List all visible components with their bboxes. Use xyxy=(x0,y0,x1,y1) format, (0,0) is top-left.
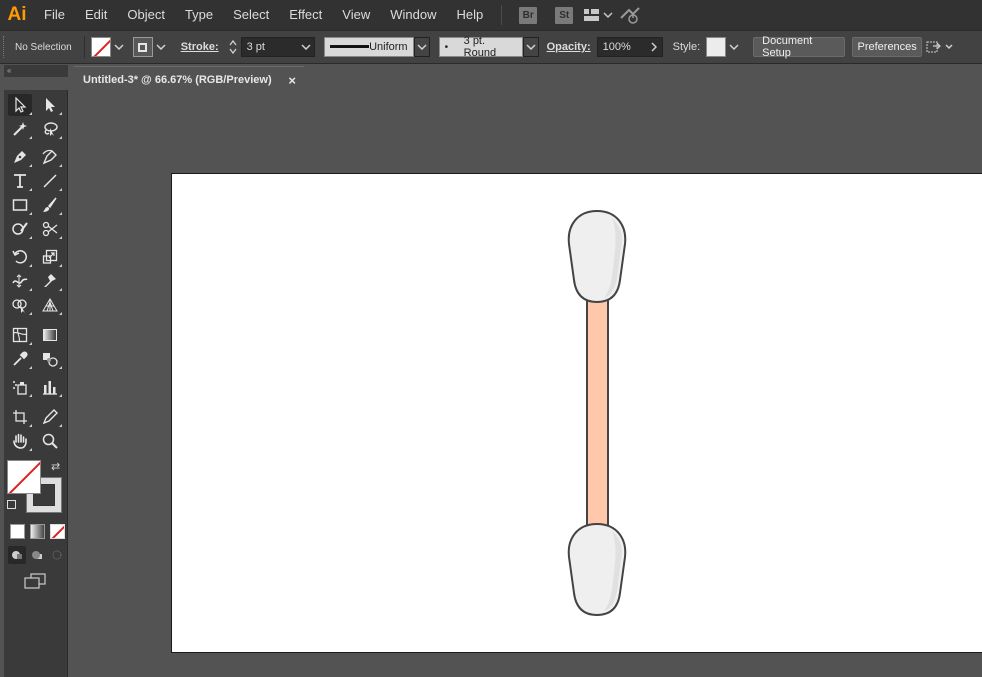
draw-inside-icon[interactable] xyxy=(48,546,66,564)
puppet-warp-tool-icon[interactable] xyxy=(38,270,62,292)
scissors-tool-icon[interactable] xyxy=(38,218,62,240)
gradient-mode-icon[interactable] xyxy=(30,524,45,539)
opacity-label[interactable]: Opacity: xyxy=(547,41,591,53)
opacity-input[interactable]: 100% xyxy=(596,37,647,57)
pen-tool-icon[interactable] xyxy=(8,146,32,168)
column-graph-tool-icon[interactable] xyxy=(38,376,62,398)
profile-label: Uniform xyxy=(369,41,408,53)
document-tab[interactable]: Untitled-3* @ 66.67% (RGB/Preview) × xyxy=(74,66,304,93)
menu-object[interactable]: Object xyxy=(117,0,175,30)
slice-tool-icon[interactable] xyxy=(38,406,62,428)
curvature-tool-icon[interactable] xyxy=(38,146,62,168)
scale-tool-icon[interactable] xyxy=(38,246,62,268)
close-icon[interactable]: × xyxy=(288,73,296,88)
symbol-sprayer-tool-icon[interactable] xyxy=(8,376,32,398)
draw-normal-icon[interactable] xyxy=(8,546,26,564)
selection-tool-icon[interactable] xyxy=(8,94,32,116)
brush-label: 3 pt. Round xyxy=(463,35,497,59)
type-tool-icon[interactable] xyxy=(8,170,32,192)
fill-color-swatch[interactable] xyxy=(90,37,111,57)
eyedropper-tool-icon[interactable] xyxy=(8,348,32,370)
rectangle-tool-icon[interactable] xyxy=(8,194,32,216)
draw-behind-icon[interactable] xyxy=(28,546,46,564)
none-mode-icon[interactable] xyxy=(50,524,65,539)
menu-help[interactable]: Help xyxy=(446,0,493,30)
style-dropdown-icon[interactable] xyxy=(726,37,742,57)
menu-bar: Ai File Edit Object Type Select Effect V… xyxy=(0,0,982,30)
line-segment-tool-icon[interactable] xyxy=(38,170,62,192)
cotton-swab-artwork[interactable] xyxy=(172,174,982,654)
control-bar: No Selection Stroke: 3 pt Uniform • 3 pt… xyxy=(0,30,982,64)
stroke-profile-line-icon xyxy=(329,45,370,48)
hand-tool-icon[interactable] xyxy=(8,430,32,452)
rotate-tool-icon[interactable] xyxy=(8,246,32,268)
stroke-label[interactable]: Stroke: xyxy=(181,41,219,53)
menu-file[interactable]: File xyxy=(34,0,75,30)
opacity-arrow-icon[interactable] xyxy=(646,37,663,57)
menu-view[interactable]: View xyxy=(332,0,380,30)
zoom-tool-icon[interactable] xyxy=(38,430,62,452)
document-tab-title: Untitled-3* @ 66.67% (RGB/Preview) xyxy=(83,74,272,86)
perspective-grid-tool-icon[interactable] xyxy=(38,294,62,316)
menu-type[interactable]: Type xyxy=(175,0,223,30)
fill-stroke-widget: ⇄ xyxy=(7,460,63,513)
gradient-tool-icon[interactable] xyxy=(38,324,62,346)
brush-definition[interactable]: • 3 pt. Round xyxy=(438,35,523,59)
artboard[interactable] xyxy=(171,173,982,653)
workspace-switcher-icon[interactable] xyxy=(582,0,614,30)
screen-mode-icon[interactable] xyxy=(22,572,48,590)
direct-selection-tool-icon[interactable] xyxy=(38,94,62,116)
shape-builder-tool-icon[interactable] xyxy=(8,294,32,316)
collapse-toolbar-icon[interactable]: « xyxy=(4,65,68,77)
app-logo: Ai xyxy=(7,4,27,25)
stroke-weight-stepper-icon[interactable] xyxy=(225,37,241,57)
tools-panel: ⇄ xyxy=(4,90,68,677)
mesh-tool-icon[interactable] xyxy=(8,324,32,346)
menu-separator xyxy=(501,5,503,25)
selection-status: No Selection xyxy=(15,41,72,53)
graphic-style-swatch[interactable] xyxy=(706,37,727,57)
fill-color-box[interactable] xyxy=(7,460,41,494)
gpu-performance-icon[interactable] xyxy=(614,0,646,30)
style-label: Style: xyxy=(672,41,701,53)
arrange-documents-icon[interactable] xyxy=(922,32,956,62)
blend-tool-icon[interactable] xyxy=(38,348,62,370)
menu-edit[interactable]: Edit xyxy=(75,0,117,30)
brush-dot-icon: • xyxy=(444,41,449,53)
stroke-color-swatch[interactable] xyxy=(132,37,153,57)
document-setup-button[interactable]: Document Setup xyxy=(753,35,846,59)
swap-fill-stroke-icon[interactable]: ⇄ xyxy=(51,460,60,473)
menu-window[interactable]: Window xyxy=(380,0,446,30)
control-bar-grip[interactable] xyxy=(3,36,9,58)
variable-width-profile[interactable]: Uniform xyxy=(323,37,414,57)
lasso-tool-icon[interactable] xyxy=(38,118,62,140)
color-mode-icon[interactable] xyxy=(10,524,25,539)
width-tool-icon[interactable] xyxy=(8,270,32,292)
bridge-button[interactable]: Br xyxy=(519,6,538,24)
stroke-dropdown-icon[interactable] xyxy=(153,37,169,57)
menu-select[interactable]: Select xyxy=(223,0,279,30)
preferences-button[interactable]: Preferences xyxy=(852,37,923,57)
magic-wand-tool-icon[interactable] xyxy=(8,118,32,140)
divider xyxy=(83,36,85,58)
artboard-tool-icon[interactable] xyxy=(8,406,32,428)
swab-stick xyxy=(586,293,609,535)
fill-dropdown-icon[interactable] xyxy=(111,37,127,57)
stroke-weight-input[interactable]: 3 pt xyxy=(240,37,299,57)
default-colors-icon[interactable] xyxy=(7,500,16,509)
paintbrush-tool-icon[interactable] xyxy=(38,194,62,216)
shaper-tool-icon[interactable] xyxy=(8,218,32,240)
profile-dropdown-icon[interactable] xyxy=(413,37,430,57)
stock-button[interactable]: St xyxy=(555,6,574,24)
stroke-weight-dropdown-icon[interactable] xyxy=(298,37,315,57)
brush-dropdown-icon[interactable] xyxy=(522,37,539,57)
menu-effect[interactable]: Effect xyxy=(279,0,332,30)
